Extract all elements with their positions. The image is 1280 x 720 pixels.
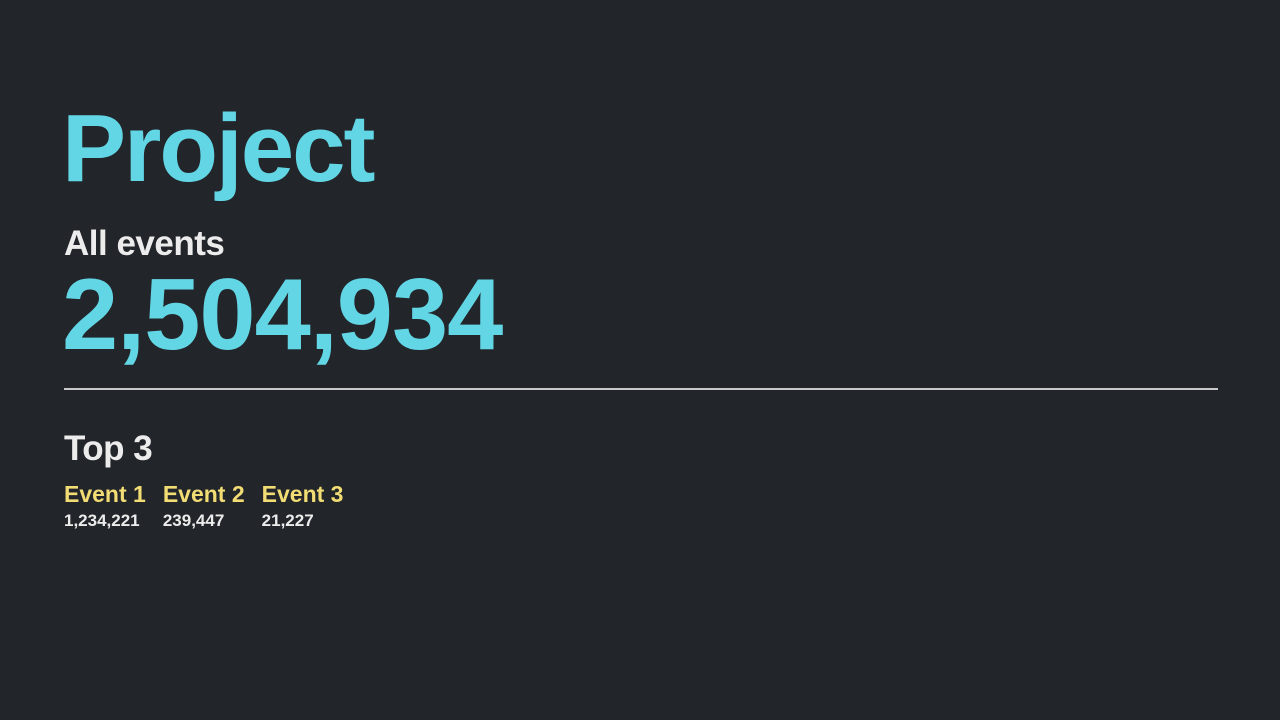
top-event-item: Event 1 1,234,221 bbox=[64, 480, 146, 531]
all-events-count: 2,504,934 bbox=[62, 259, 503, 371]
section-divider bbox=[64, 388, 1218, 390]
dashboard-page: Project All events 2,504,934 Top 3 Event… bbox=[0, 0, 1280, 720]
all-events-label: All events bbox=[64, 224, 225, 263]
event-name: Event 2 bbox=[162, 481, 245, 507]
top-event-item: Event 3 21,227 bbox=[262, 480, 344, 531]
event-count: 239,447 bbox=[162, 511, 225, 530]
top-events-heading: Top 3 bbox=[64, 429, 153, 468]
top-event-item: Event 2 239,447 bbox=[163, 480, 245, 531]
top-events-list: Event 1 1,234,221 Event 2 239,447 Event … bbox=[64, 480, 343, 531]
event-name: Event 3 bbox=[261, 481, 344, 507]
event-count: 21,227 bbox=[261, 511, 314, 530]
event-count: 1,234,221 bbox=[64, 511, 140, 530]
project-title: Project bbox=[62, 95, 375, 202]
event-name: Event 1 bbox=[64, 481, 146, 507]
